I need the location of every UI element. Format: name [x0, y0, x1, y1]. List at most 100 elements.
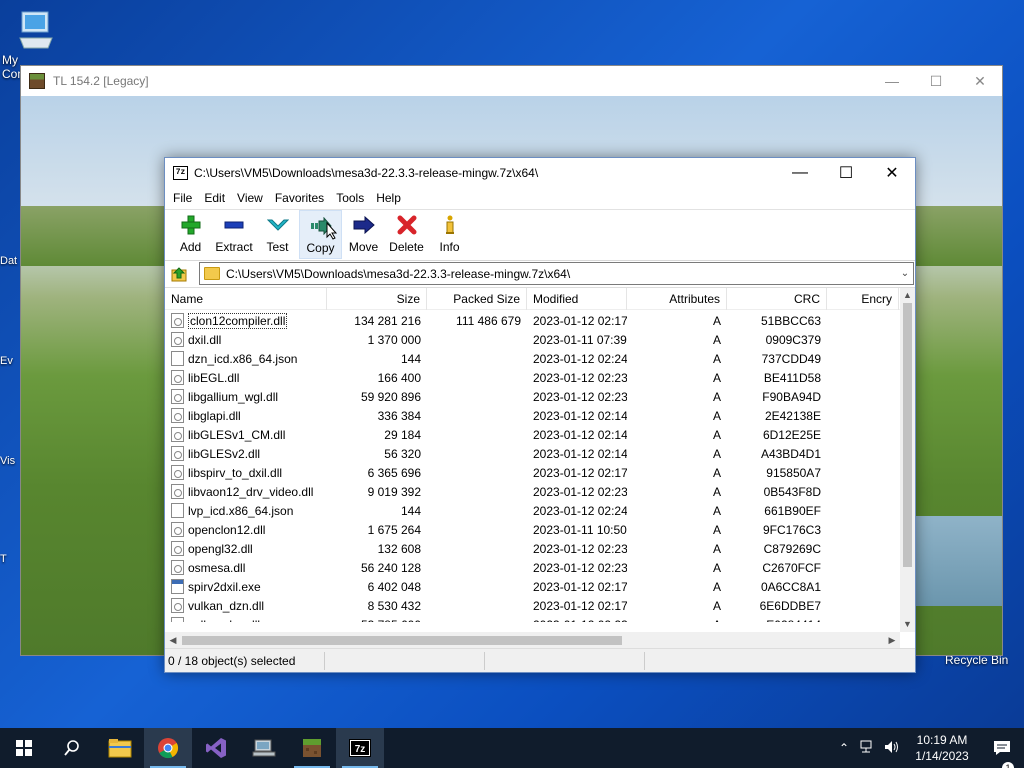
column-modified[interactable]: Modified: [527, 287, 627, 310]
column-attributes[interactable]: Attributes: [627, 287, 727, 310]
scroll-down-icon[interactable]: ▼: [900, 617, 915, 632]
file-modified: 2023-01-12 02:23: [533, 389, 627, 404]
menu-tools[interactable]: Tools: [330, 191, 370, 205]
file-row[interactable]: libvaon12_drv_video.dll 9 019 392 2023-01-…: [165, 482, 900, 501]
file-crc: 2E42138E: [764, 408, 821, 423]
address-input[interactable]: C:\Users\VM5\Downloads\mesa3d-22.3.3-rel…: [199, 262, 914, 285]
file-row[interactable]: lvp_icd.x86_64.json 144 2023-01-12 02:24 A 6…: [165, 501, 900, 520]
add-label: Add: [179, 240, 202, 254]
volume-icon[interactable]: [880, 740, 904, 757]
search-button[interactable]: [48, 728, 96, 768]
file-modified: 2023-01-12 02:14: [533, 408, 627, 423]
menu-view[interactable]: View: [231, 191, 269, 205]
file-row[interactable]: vulkan_lvp.dll 53 785 600 2023-01-12 02:23…: [165, 615, 900, 622]
delete-button[interactable]: Delete: [385, 210, 428, 259]
chevron-down-icon[interactable]: ⌄: [897, 268, 913, 279]
menu-bar: File Edit View Favorites Tools Help: [165, 187, 915, 209]
file-row[interactable]: dxil.dll 1 370 000 2023-01-11 07:39 A 0909C3…: [165, 330, 900, 349]
file-row[interactable]: vulkan_dzn.dll 8 530 432 2023-01-12 02:17 A…: [165, 596, 900, 615]
file-crc: F90BA94D: [762, 389, 821, 404]
scroll-up-icon[interactable]: ▲: [900, 288, 915, 303]
file-crc: 661B90EF: [764, 503, 821, 518]
file-row[interactable]: libEGL.dll 166 400 2023-01-12 02:23 A BE411D…: [165, 368, 900, 387]
computer-icon: [19, 11, 53, 49]
taskbar-visual-studio[interactable]: [192, 728, 240, 768]
file-modified: 2023-01-12 02:17: [533, 465, 627, 480]
extract-button[interactable]: Extract: [212, 210, 256, 259]
minimize-icon[interactable]: —: [870, 73, 914, 90]
menu-help[interactable]: Help: [370, 191, 407, 205]
info-icon: [444, 214, 456, 236]
close-icon[interactable]: ✕: [958, 73, 1002, 90]
desktop-icon-partial[interactable]: Vis: [0, 455, 20, 467]
minimize-icon[interactable]: —: [777, 158, 823, 187]
column-name[interactable]: Name: [165, 287, 327, 310]
column-crc[interactable]: CRC: [727, 287, 827, 310]
file-row[interactable]: libglapi.dll 336 384 2023-01-12 02:14 A 2E42…: [165, 406, 900, 425]
info-button[interactable]: Info: [428, 210, 471, 259]
file-name: libglapi.dll: [188, 408, 241, 423]
taskbar-network-app[interactable]: [240, 728, 288, 768]
up-folder-button[interactable]: [169, 264, 189, 284]
taskbar-7zip[interactable]: 7z: [336, 728, 384, 768]
scroll-thumb[interactable]: [903, 303, 912, 567]
taskbar-minecraft[interactable]: [288, 728, 336, 768]
file-row[interactable]: libspirv_to_dxil.dll 6 365 696 2023-01-12 …: [165, 463, 900, 482]
file-row[interactable]: opengl32.dll 132 608 2023-01-12 02:23 A C879…: [165, 539, 900, 558]
file-name-cell: libvaon12_drv_video.dll: [165, 484, 327, 499]
column-encrypted[interactable]: Encry: [827, 287, 899, 310]
file-list[interactable]: Name Size Packed Size Modified Attribute…: [165, 287, 915, 649]
bg-window-titlebar[interactable]: TL 154.2 [Legacy] — ☐ ✕: [21, 66, 1002, 96]
taskbar-file-explorer[interactable]: [96, 728, 144, 768]
notification-center-button[interactable]: 1: [980, 740, 1024, 768]
file-row[interactable]: libgallium_wgl.dll 59 920 896 2023-01-12 0…: [165, 387, 900, 406]
test-button[interactable]: Test: [256, 210, 299, 259]
file-row[interactable]: osmesa.dll 56 240 128 2023-01-12 02:23 A C26…: [165, 558, 900, 577]
file-row[interactable]: libGLESv1_CM.dll 29 184 2023-01-12 02:14 A 6…: [165, 425, 900, 444]
file-row[interactable]: clon12compiler.dll 134 281 216 111 486 679…: [165, 311, 900, 330]
horizontal-scrollbar[interactable]: ◀ ▶: [165, 632, 900, 649]
7zip-window[interactable]: 7z C:\Users\VM5\Downloads\mesa3d-22.3.3-…: [164, 157, 916, 673]
file-row[interactable]: openclon12.dll 1 675 264 2023-01-11 10:50 A…: [165, 520, 900, 539]
file-attributes: A: [712, 541, 721, 556]
file-attributes: A: [712, 484, 721, 499]
menu-favorites[interactable]: Favorites: [269, 191, 330, 205]
dll-file-icon: [171, 617, 184, 622]
file-attributes: A: [712, 579, 721, 594]
7zip-titlebar[interactable]: 7z C:\Users\VM5\Downloads\mesa3d-22.3.3-…: [165, 158, 915, 187]
scroll-left-icon[interactable]: ◀: [165, 632, 181, 649]
maximize-icon[interactable]: ☐: [914, 73, 958, 90]
chevron-up-icon[interactable]: ⌃: [832, 741, 856, 755]
file-name: openclon12.dll: [188, 522, 266, 537]
desktop-icon-partial[interactable]: Ev: [0, 355, 20, 367]
file-modified: 2023-01-12 02:14: [533, 427, 627, 442]
column-packed-size[interactable]: Packed Size: [427, 287, 527, 310]
menu-edit[interactable]: Edit: [198, 191, 231, 205]
column-size[interactable]: Size: [327, 287, 427, 310]
clock[interactable]: 10:19 AM 1/14/2023: [904, 732, 980, 764]
file-explorer-icon: [108, 739, 132, 758]
close-icon[interactable]: ✕: [869, 158, 915, 187]
file-size: 336 384: [377, 408, 421, 423]
taskbar-chrome[interactable]: [144, 728, 192, 768]
start-button[interactable]: [0, 728, 48, 768]
network-icon[interactable]: [856, 740, 880, 757]
add-button[interactable]: Add: [169, 210, 212, 259]
desktop-icon-partial[interactable]: T: [0, 553, 20, 565]
maximize-icon[interactable]: ☐: [823, 158, 869, 187]
scroll-thumb[interactable]: [182, 636, 622, 645]
extract-label: Extract: [215, 240, 253, 254]
desktop-icon-partial[interactable]: Dat: [0, 255, 20, 267]
file-crc: 0909C379: [765, 332, 821, 347]
file-attributes: A: [712, 427, 721, 442]
7zip-icon: 7z: [349, 739, 371, 757]
file-crc: 9FC176C3: [762, 522, 821, 537]
move-button[interactable]: Move: [342, 210, 385, 259]
test-label: Test: [266, 240, 289, 254]
vertical-scrollbar[interactable]: ▲ ▼: [900, 288, 915, 632]
file-row[interactable]: libGLESv2.dll 56 320 2023-01-12 02:14 A A43B…: [165, 444, 900, 463]
scroll-right-icon[interactable]: ▶: [884, 632, 900, 649]
file-row[interactable]: dzn_icd.x86_64.json 144 2023-01-12 02:24 A 7…: [165, 349, 900, 368]
file-row[interactable]: spirv2dxil.exe 6 402 048 2023-01-12 02:17 A…: [165, 577, 900, 596]
menu-file[interactable]: File: [167, 191, 198, 205]
